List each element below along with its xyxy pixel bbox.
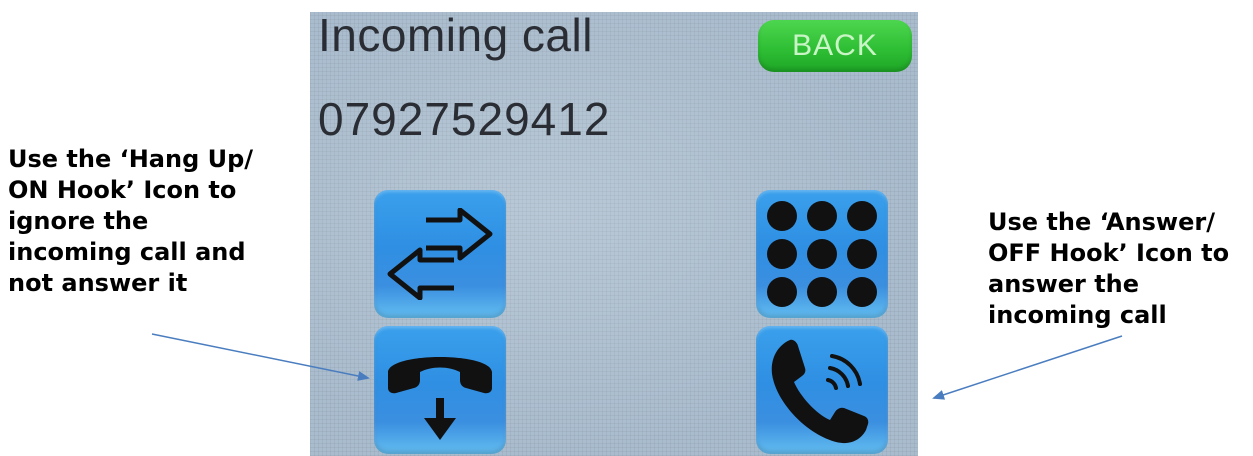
answer-pointer-arrow <box>932 335 1123 400</box>
phone-screen: Incoming call 07927529412 BACK <box>310 12 918 456</box>
hang-up-instruction: Use the ‘Hang Up/ ON Hook’ Icon to ignor… <box>8 144 253 299</box>
hang-up-instruction-line: Use the ‘Hang Up/ <box>8 145 254 173</box>
transfer-arrows-icon <box>387 208 493 300</box>
back-button[interactable]: BACK <box>758 20 912 72</box>
hang-up-instruction-line: ON Hook’ Icon to <box>8 176 237 204</box>
hang-up-instruction-line: incoming call and <box>8 238 246 266</box>
keypad-dots-icon <box>767 201 877 307</box>
hang-up-instruction-line: ignore the <box>8 207 149 235</box>
answer-handset-icon <box>771 339 869 444</box>
answer-instruction-line: incoming call <box>988 301 1167 329</box>
hang-up-handset-icon <box>388 357 492 440</box>
answer-instruction-line: Use the ‘Answer/ <box>988 208 1215 236</box>
caller-number: 07927529412 <box>318 93 611 145</box>
answer-instruction-line: answer the <box>988 270 1140 298</box>
screen-title: Incoming call <box>318 12 593 61</box>
hang-up-instruction-line: not answer it <box>8 269 188 297</box>
keypad-button[interactable] <box>756 190 888 318</box>
answer-instruction-line: OFF Hook’ Icon to <box>988 239 1230 267</box>
transfer-button[interactable] <box>374 190 506 318</box>
answer-instruction: Use the ‘Answer/ OFF Hook’ Icon to answe… <box>988 207 1229 331</box>
hang-up-button[interactable] <box>374 326 506 454</box>
answer-button[interactable] <box>756 326 888 454</box>
